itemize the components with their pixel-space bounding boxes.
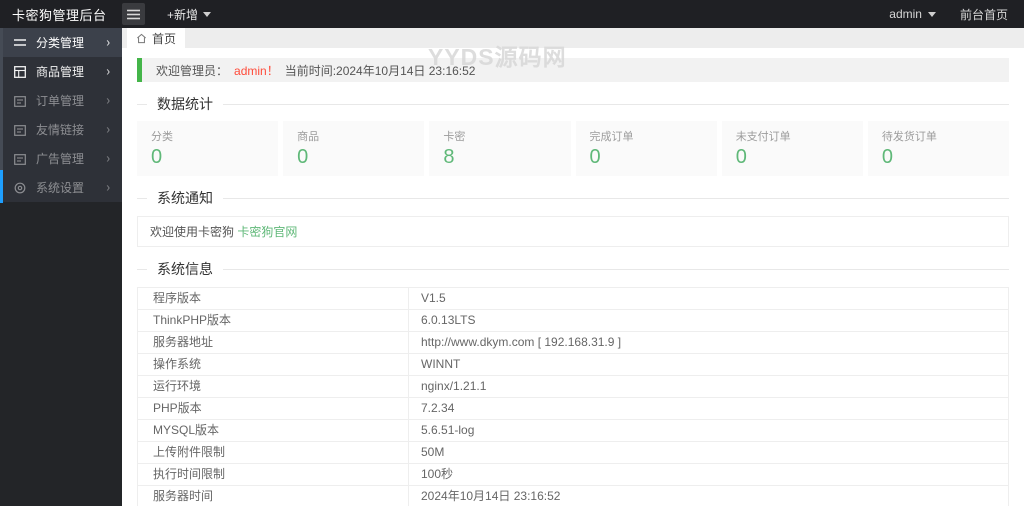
divider — [137, 198, 1009, 199]
table-row: 程序版本 V1.5 — [137, 287, 1009, 310]
sidebar-scrollbar-thumb[interactable] — [0, 170, 3, 203]
divider — [137, 269, 1009, 270]
stat-card-unpaid-orders: 未支付订单 0 — [721, 121, 863, 176]
add-new-button[interactable]: +新增 — [167, 6, 212, 23]
link-icon — [14, 123, 27, 136]
table-row: MYSQL版本 5.6.51-log — [137, 419, 1009, 442]
sidebar-menu: 分类管理 › 商品管理 › 订单管理 › 友情链接 › 广告管理 › 系统设置 … — [0, 28, 122, 202]
username: admin — [889, 7, 922, 21]
welcome-time: 当前时间:2024年10月14日 23:16:52 — [284, 63, 476, 78]
stat-card-category: 分类 0 — [137, 121, 279, 176]
table-row: 服务器地址 http://www.dkym.com [ 192.168.31.9… — [137, 331, 1009, 354]
table-row: ThinkPHP版本 6.0.13LTS — [137, 309, 1009, 332]
divider — [137, 104, 1009, 105]
stat-value: 0 — [881, 146, 893, 168]
stats-cards-row: 分类 0 商品 0 卡密 8 完成订单 0 未支付订单 0 待发货订单 0 — [137, 121, 1010, 176]
table-row: 服务器时间 2024年10月14日 23:16:52 — [137, 485, 1009, 506]
notice-box: 欢迎使用卡密狗 卡密狗官网 — [137, 216, 1009, 247]
stat-card-cards: 卡密 8 — [429, 121, 571, 176]
stats-section-title: 数据统计 — [137, 94, 1009, 114]
grid-icon — [14, 65, 27, 78]
table-row: 上传附件限制 50M — [137, 441, 1009, 464]
stat-card-pending-orders: 待发货订单 0 — [867, 121, 1010, 176]
official-site-link[interactable]: 卡密狗官网 — [237, 225, 297, 239]
notice-text: 欢迎使用卡密狗 — [150, 225, 238, 239]
sidebar-item-orders[interactable]: 订单管理 › — [0, 86, 122, 115]
header-right: admin 前台首页 — [889, 6, 1024, 23]
system-info-table: 程序版本 V1.5 ThinkPHP版本 6.0.13LTS 服务器地址 htt… — [137, 287, 1009, 506]
sidebar-item-ads[interactable]: 广告管理 › — [0, 144, 122, 173]
stat-value: 0 — [735, 146, 747, 168]
sysinfo-section-title: 系统信息 — [137, 259, 1009, 279]
gear-icon — [14, 181, 27, 194]
top-header: 卡密狗管理后台 +新增 admin 前台首页 — [0, 0, 1024, 28]
table-row: 操作系统 WINNT — [137, 353, 1009, 376]
sidebar-item-goods[interactable]: 商品管理 › — [0, 57, 122, 86]
table-row: 运行环境 nginx/1.21.1 — [137, 375, 1009, 398]
ad-icon — [14, 152, 27, 165]
chevron-down-icon — [203, 11, 212, 17]
tab-home-label: 首页 — [152, 31, 177, 46]
chevron-down-icon — [927, 11, 936, 17]
stat-value: 8 — [443, 146, 455, 168]
chevron-right-icon: › — [106, 64, 110, 79]
chevron-right-icon: › — [106, 180, 110, 195]
chevron-right-icon: › — [106, 122, 110, 137]
sidebar-item-links[interactable]: 友情链接 › — [0, 115, 122, 144]
notice-section-title: 系统通知 — [137, 188, 1009, 208]
content-area: 首页 欢迎管理员： admin！ 当前时间:2024年10月14日 23:16:… — [122, 28, 1024, 506]
table-row: PHP版本 7.2.34 — [137, 397, 1009, 420]
tab-bar: 首页 — [122, 28, 1024, 48]
hamburger-icon — [127, 9, 140, 20]
add-new-label: +新增 — [167, 7, 199, 22]
welcome-alert: 欢迎管理员： admin！ 当前时间:2024年10月14日 23:16:52 — [137, 58, 1009, 82]
form-icon — [14, 94, 27, 107]
tab-home[interactable]: 首页 — [127, 28, 186, 48]
sidebar: 分类管理 › 商品管理 › 订单管理 › 友情链接 › 广告管理 › 系统设置 … — [0, 28, 122, 506]
main-panel: 欢迎管理员： admin！ 当前时间:2024年10月14日 23:16:52 … — [122, 58, 1024, 506]
list-icon — [14, 36, 27, 49]
user-dropdown[interactable]: admin — [889, 7, 936, 21]
home-icon — [136, 33, 147, 44]
app-title: 卡密狗管理后台 — [12, 7, 107, 23]
sidebar-item-settings[interactable]: 系统设置 › — [0, 173, 122, 202]
menu-toggle-button[interactable] — [122, 3, 145, 25]
welcome-admin-name: admin！ — [234, 63, 279, 78]
stat-value: 0 — [297, 146, 309, 168]
stat-value: 0 — [589, 146, 601, 168]
chevron-right-icon: › — [106, 93, 110, 108]
front-site-link[interactable]: 前台首页 — [960, 6, 1008, 23]
table-row: 执行时间限制 100秒 — [137, 463, 1009, 486]
chevron-right-icon: › — [106, 151, 110, 166]
stat-value: 0 — [151, 146, 163, 168]
sidebar-item-category[interactable]: 分类管理 › — [0, 28, 122, 57]
stat-card-done-orders: 完成订单 0 — [575, 121, 717, 176]
welcome-prefix: 欢迎管理员： — [156, 63, 229, 78]
stat-card-goods: 商品 0 — [283, 121, 425, 176]
chevron-right-icon: › — [106, 35, 110, 50]
